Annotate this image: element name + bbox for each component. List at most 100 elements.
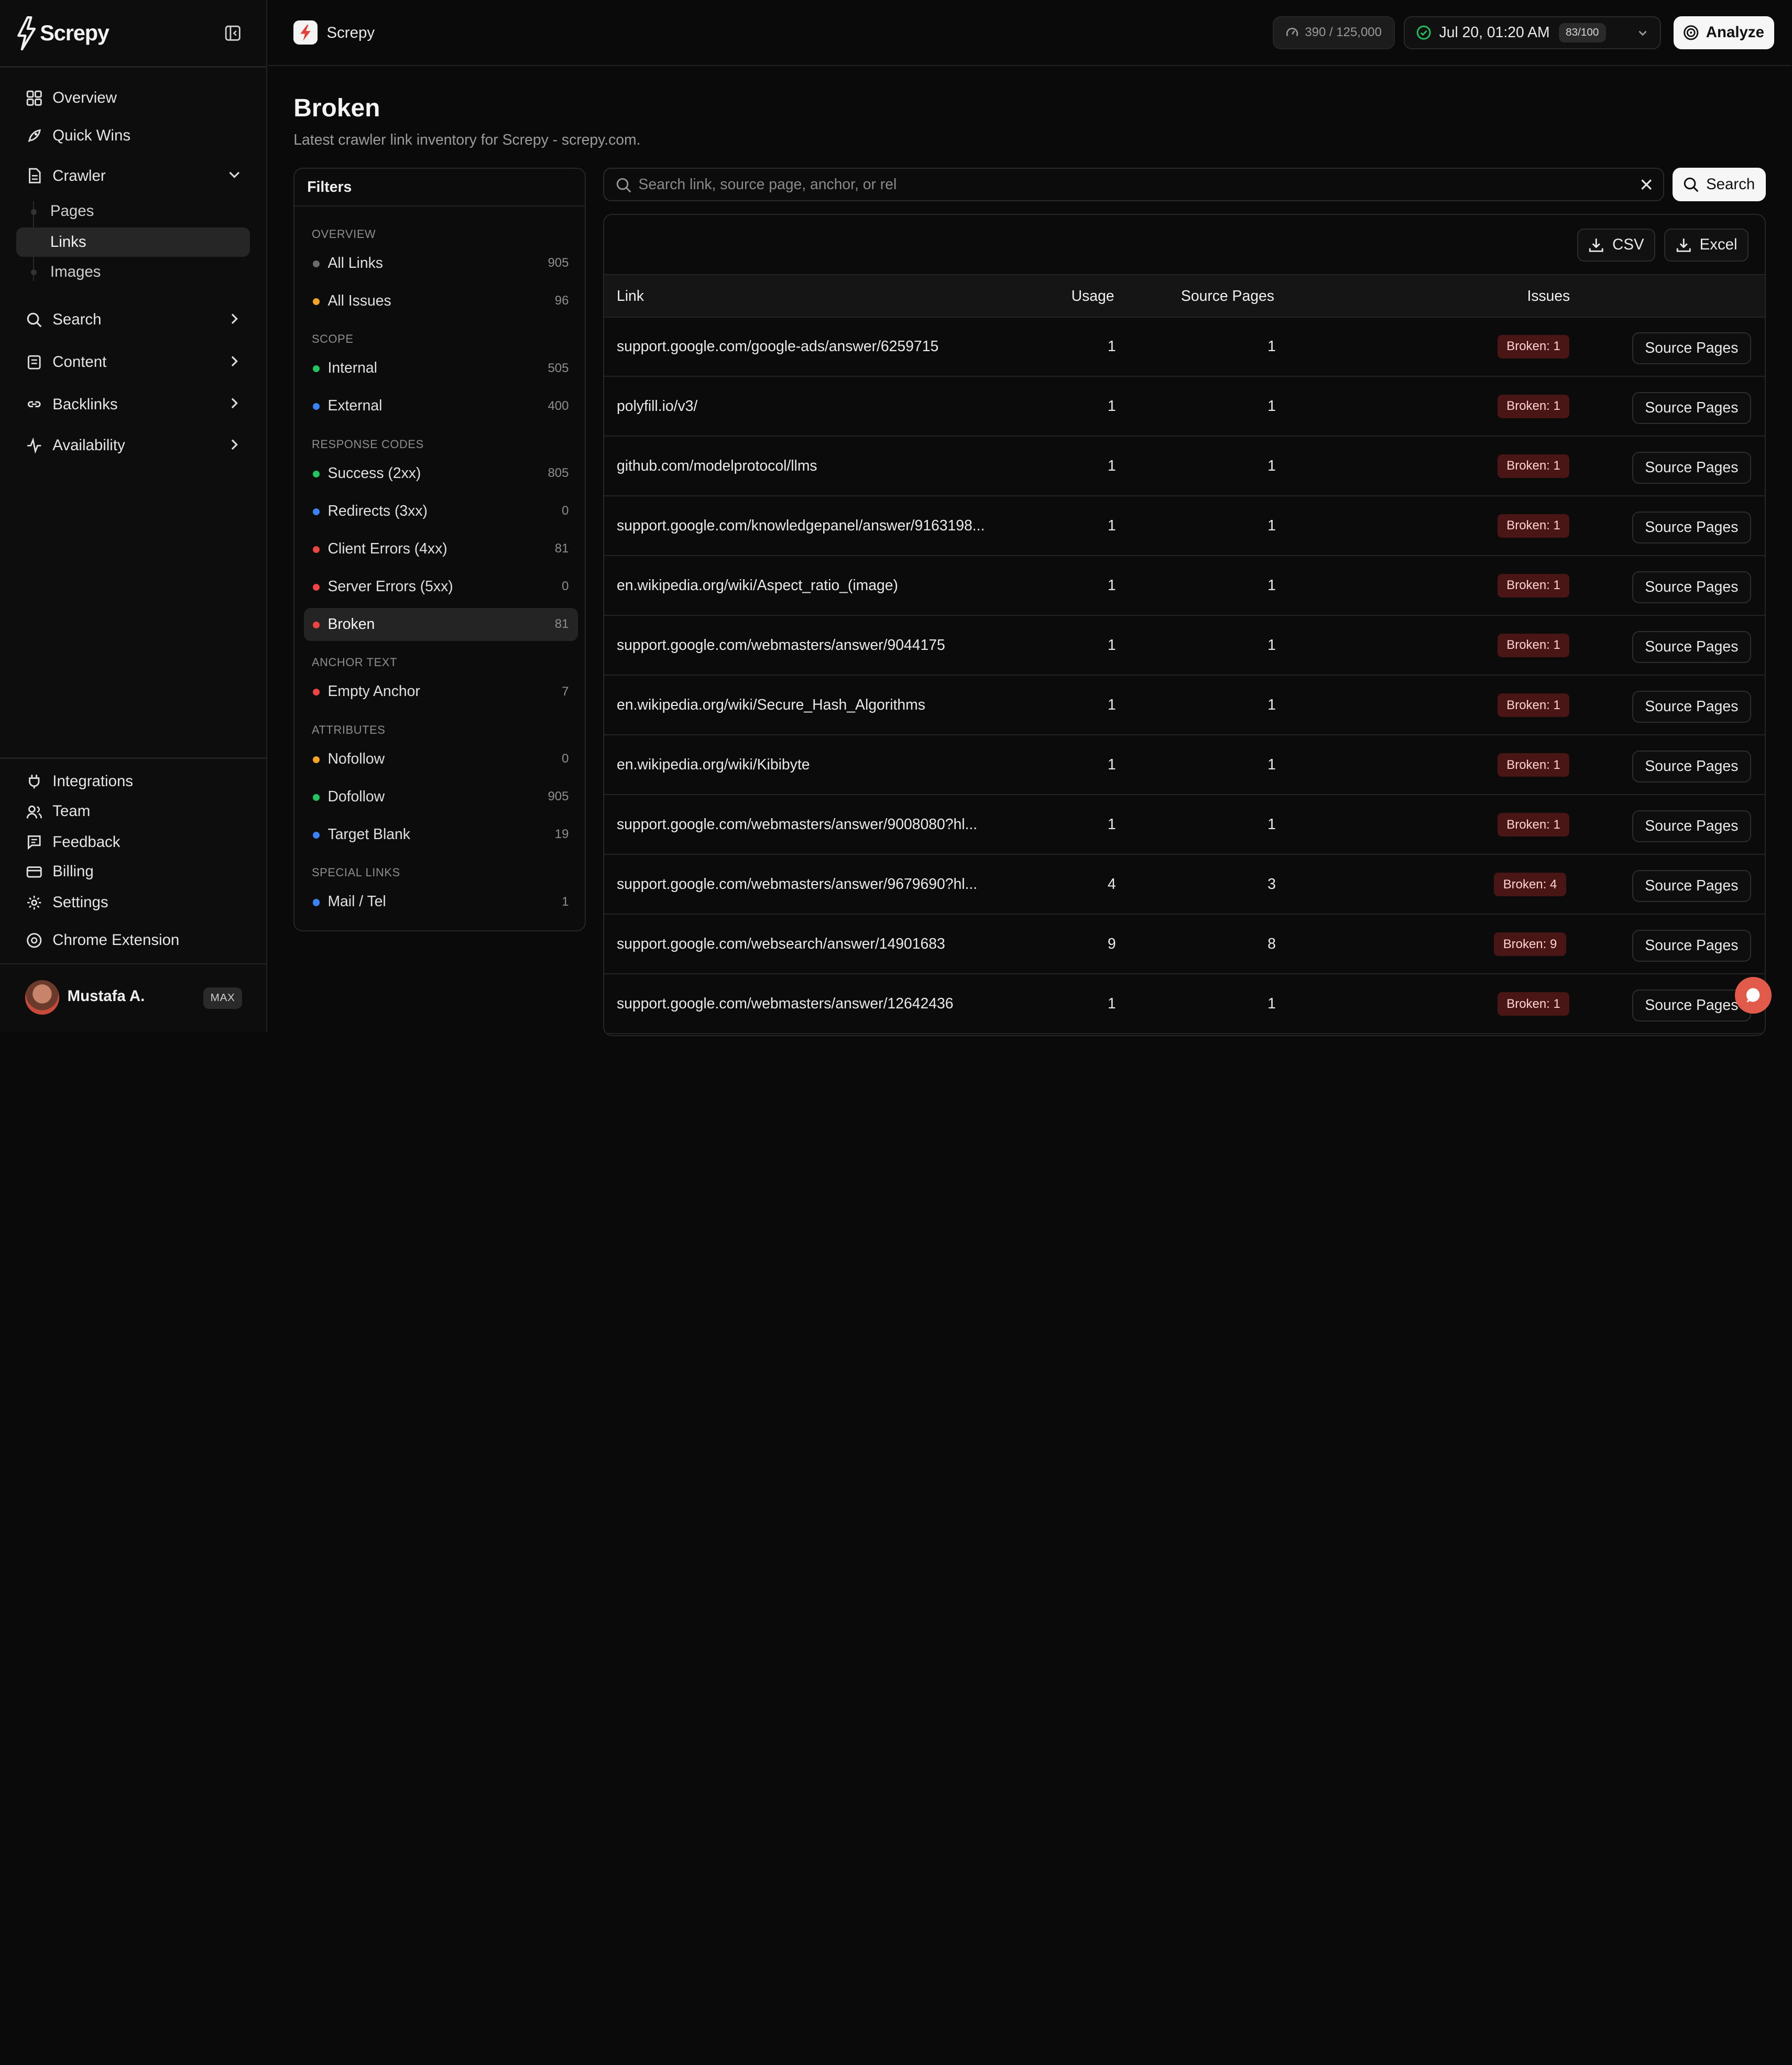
source-pages-button[interactable]: Source Pages <box>1632 870 1751 903</box>
export-excel-button[interactable]: Excel <box>1664 228 1749 262</box>
crawl-score-badge: 83/100 <box>1559 23 1606 42</box>
nav-feedback[interactable]: Feedback <box>16 827 252 857</box>
nav-quick-wins[interactable]: Quick Wins <box>16 121 252 151</box>
project-name[interactable]: Screpy <box>326 24 375 42</box>
usage-cell: 1 <box>1107 756 1116 774</box>
column-header-usage[interactable]: Usage <box>1072 288 1114 305</box>
link-cell[interactable]: support.google.com/webmasters/answer/967… <box>617 876 977 893</box>
bolt-logo-icon <box>16 16 37 50</box>
nav-settings[interactable]: Settings <box>16 888 252 918</box>
filter-internal[interactable]: Internal 505 <box>304 352 578 385</box>
avatar[interactable] <box>25 980 60 1015</box>
column-header-source-pages[interactable]: Source Pages <box>1181 288 1274 305</box>
issue-badge: Broken: 1 <box>1497 753 1570 777</box>
gear-icon <box>25 894 43 912</box>
filter-target-blank[interactable]: Target Blank 19 <box>304 818 578 851</box>
table-row: support.google.com/webmasters/answer/126… <box>604 975 1765 1035</box>
source-pages-button[interactable]: Source Pages <box>1632 691 1751 723</box>
link-cell[interactable]: en.wikipedia.org/wiki/Secure_Hash_Algori… <box>617 697 925 714</box>
source-pages-button[interactable]: Source Pages <box>1632 631 1751 664</box>
nav-search[interactable]: Search <box>16 305 252 335</box>
filter-all-issues[interactable]: All Issues 96 <box>304 285 578 318</box>
issue-badge: Broken: 1 <box>1497 573 1570 598</box>
link-cell[interactable]: en.wikipedia.org/wiki/Aspect_ratio_(imag… <box>617 577 898 594</box>
filter-success-2xx[interactable]: Success (2xx) 805 <box>304 457 578 490</box>
filter-count: 0 <box>562 752 569 766</box>
filter-count: 19 <box>554 827 569 842</box>
nav-chrome-extension[interactable]: Chrome Extension <box>16 926 252 955</box>
search-button[interactable]: Search <box>1672 168 1766 201</box>
link-cell[interactable]: polyfill.io/v3/ <box>617 398 697 415</box>
link-cell[interactable]: support.google.com/knowledgepanel/answer… <box>617 517 985 535</box>
crawl-select[interactable]: Jul 20, 01:20 AM 83/100 <box>1404 16 1661 49</box>
column-header-link[interactable]: Link <box>617 288 644 305</box>
filter-count: 905 <box>548 789 569 804</box>
sidebar-item-pages[interactable]: Pages <box>16 197 250 226</box>
sidebar-collapse-icon[interactable] <box>222 21 245 45</box>
nav-backlinks[interactable]: Backlinks <box>16 389 252 419</box>
filter-label: Mail / Tel <box>327 893 386 910</box>
export-csv-button[interactable]: CSV <box>1577 228 1655 262</box>
close-icon[interactable] <box>1639 177 1654 192</box>
filter-dofollow[interactable]: Dofollow 905 <box>304 780 578 813</box>
brand[interactable]: Screpy <box>16 16 110 50</box>
chrome-icon <box>25 931 43 950</box>
status-dot <box>313 583 320 591</box>
filter-empty-anchor[interactable]: Empty Anchor 7 <box>304 675 578 708</box>
filter-nofollow[interactable]: Nofollow 0 <box>304 743 578 776</box>
source-pages-cell: 1 <box>1267 995 1276 1013</box>
filter-label: Internal <box>327 360 377 377</box>
usage-cell: 1 <box>1107 995 1116 1013</box>
user-name[interactable]: Mustafa A. <box>68 987 145 1005</box>
filter-server-errors-5xx[interactable]: Server Errors (5xx) 0 <box>304 570 578 603</box>
source-pages-button[interactable]: Source Pages <box>1632 571 1751 604</box>
search-input[interactable]: Search link, source page, anchor, or rel <box>603 168 1665 201</box>
filter-count: 96 <box>554 294 569 308</box>
nav-label: Chrome Extension <box>52 931 180 949</box>
nav-label: Settings <box>52 894 108 911</box>
source-pages-button[interactable]: Source Pages <box>1632 751 1751 783</box>
link-cell[interactable]: en.wikipedia.org/wiki/Kibibyte <box>617 756 810 774</box>
usage-cell: 1 <box>1107 577 1116 594</box>
source-pages-button[interactable]: Source Pages <box>1632 810 1751 843</box>
link-cell[interactable]: github.com/modelprotocol/llms <box>617 458 817 475</box>
chat-bubble-icon[interactable] <box>1735 976 1772 1014</box>
search-placeholder: Search link, source page, anchor, or rel <box>638 176 897 193</box>
source-pages-button[interactable]: Source Pages <box>1632 990 1751 1022</box>
link-cell[interactable]: support.google.com/websearch/answer/1490… <box>617 936 945 953</box>
filter-all-links[interactable]: All Links 905 <box>304 247 578 280</box>
nav-content[interactable]: Content <box>16 347 252 377</box>
link-cell[interactable]: support.google.com/webmasters/answer/900… <box>617 816 977 833</box>
nav-crawler[interactable]: Crawler <box>16 161 252 191</box>
link-cell[interactable]: support.google.com/google-ads/answer/625… <box>617 338 938 355</box>
sidebar-item-links[interactable]: Links <box>16 227 250 257</box>
nav-integrations[interactable]: Integrations <box>16 767 252 797</box>
filter-client-errors-4xx[interactable]: Client Errors (4xx) 81 <box>304 532 578 566</box>
link-cell[interactable]: support.google.com/webmasters/answer/904… <box>617 637 945 654</box>
nav-team[interactable]: Team <box>16 796 252 826</box>
filter-count: 0 <box>562 504 569 518</box>
column-header-issues[interactable]: Issues <box>1527 288 1570 305</box>
link-cell[interactable]: support.google.com/webmasters/answer/126… <box>617 995 954 1013</box>
sidebar-item-images[interactable]: Images <box>16 257 250 287</box>
nav-billing[interactable]: Billing <box>16 857 252 887</box>
filter-broken[interactable]: Broken 81 <box>303 607 578 641</box>
filter-count: 1 <box>562 894 569 909</box>
analyze-button[interactable]: Analyze <box>1673 16 1774 49</box>
divider <box>0 963 268 964</box>
source-pages-button[interactable]: Source Pages <box>1632 392 1751 425</box>
nav-overview[interactable]: Overview <box>16 83 252 113</box>
filter-mail-tel[interactable]: Mail / Tel 1 <box>304 885 578 918</box>
credit-card-icon <box>25 863 43 881</box>
filter-external[interactable]: External 400 <box>304 389 578 422</box>
source-pages-button[interactable]: Source Pages <box>1632 452 1751 484</box>
filter-redirects-3xx[interactable]: Redirects (3xx) 0 <box>304 495 578 528</box>
nav-label: Crawler <box>52 167 106 184</box>
page-title: Broken <box>293 94 380 122</box>
source-pages-button[interactable]: Source Pages <box>1632 512 1751 544</box>
nav-availability[interactable]: Availability <box>16 431 252 461</box>
source-pages-button[interactable]: Source Pages <box>1632 930 1751 962</box>
plug-icon <box>25 773 43 791</box>
source-pages-button[interactable]: Source Pages <box>1632 332 1751 365</box>
filter-label: Client Errors (4xx) <box>327 540 447 557</box>
